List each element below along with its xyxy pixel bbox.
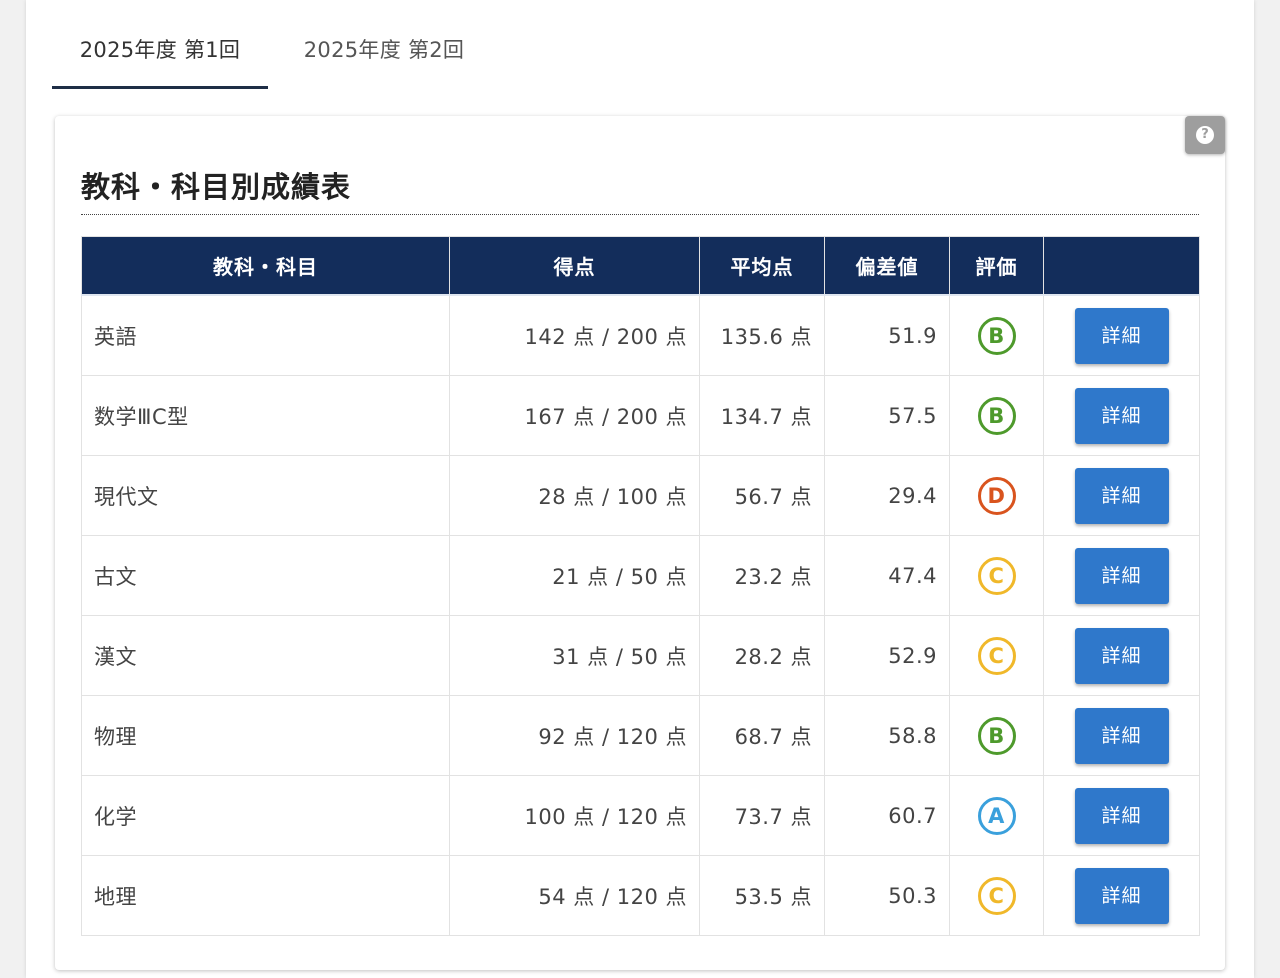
detail-button[interactable]: 詳細: [1074, 467, 1169, 524]
grade-badge: D: [977, 476, 1016, 515]
subject-cell: 化学: [81, 775, 450, 856]
grades-table: 教科・科目 得点 平均点 偏差値 評価 英語 142 点 / 200 点 135…: [81, 236, 1200, 936]
subject-cell: 古文: [81, 535, 450, 616]
deviation-cell: 29.4: [824, 455, 950, 536]
action-cell: 詳細: [1043, 294, 1200, 376]
card-title: 教科・科目別成績表: [81, 170, 352, 204]
score-cell: 54 点 / 120 点: [449, 855, 700, 936]
grade-cell: B: [949, 695, 1044, 776]
table-row: 現代文 28 点 / 100 点 56.7 点 29.4 D 詳細: [81, 455, 1200, 536]
table-row: 古文 21 点 / 50 点 23.2 点 47.4 C 詳細: [81, 535, 1200, 616]
grades-card: ? 教科・科目別成績表 教科・科目 得点 平均点 偏差値 評価 英語 142 点…: [55, 116, 1225, 970]
detail-button[interactable]: 詳細: [1074, 707, 1169, 764]
grade-cell: C: [949, 855, 1044, 936]
detail-button[interactable]: 詳細: [1074, 387, 1169, 444]
action-cell: 詳細: [1043, 535, 1200, 616]
grade-badge: C: [977, 876, 1016, 915]
average-cell: 23.2 点: [699, 535, 825, 616]
average-cell: 53.5 点: [699, 855, 825, 936]
exam-tabs: 2025年度 第1回 2025年度 第2回: [52, 0, 652, 89]
deviation-cell: 60.7: [824, 775, 950, 856]
deviation-cell: 51.9: [824, 294, 950, 376]
average-cell: 135.6 点: [699, 294, 825, 376]
help-button[interactable]: ?: [1185, 116, 1225, 154]
average-cell: 28.2 点: [699, 615, 825, 696]
average-cell: 134.7 点: [699, 375, 825, 456]
deviation-cell: 58.8: [824, 695, 950, 776]
header-subject: 教科・科目: [81, 236, 450, 296]
action-cell: 詳細: [1043, 615, 1200, 696]
header-actions: [1043, 236, 1200, 296]
table-row: 化学 100 点 / 120 点 73.7 点 60.7 A 詳細: [81, 775, 1200, 856]
deviation-cell: 50.3: [824, 855, 950, 936]
score-cell: 92 点 / 120 点: [449, 695, 700, 776]
detail-button[interactable]: 詳細: [1074, 307, 1169, 364]
table-row: 英語 142 点 / 200 点 135.6 点 51.9 B 詳細: [81, 294, 1200, 376]
score-cell: 31 点 / 50 点: [449, 615, 700, 696]
score-cell: 100 点 / 120 点: [449, 775, 700, 856]
score-cell: 28 点 / 100 点: [449, 455, 700, 536]
tab-exam-2[interactable]: 2025年度 第2回: [284, 0, 484, 86]
average-cell: 73.7 点: [699, 775, 825, 856]
subject-cell: 数学ⅢC型: [81, 375, 450, 456]
page-container: 2025年度 第1回 2025年度 第2回 ? 教科・科目別成績表 教科・科目 …: [26, 0, 1254, 978]
average-cell: 68.7 点: [699, 695, 825, 776]
score-cell: 167 点 / 200 点: [449, 375, 700, 456]
grade-cell: C: [949, 615, 1044, 696]
grade-badge: C: [977, 636, 1016, 675]
average-cell: 56.7 点: [699, 455, 825, 536]
subject-cell: 地理: [81, 855, 450, 936]
header-grade: 評価: [949, 236, 1044, 296]
action-cell: 詳細: [1043, 775, 1200, 856]
score-cell: 21 点 / 50 点: [449, 535, 700, 616]
grade-badge: C: [977, 556, 1016, 595]
grade-cell: A: [949, 775, 1044, 856]
table-row: 漢文 31 点 / 50 点 28.2 点 52.9 C 詳細: [81, 615, 1200, 696]
subject-cell: 漢文: [81, 615, 450, 696]
detail-button[interactable]: 詳細: [1074, 547, 1169, 604]
grade-badge: B: [977, 316, 1016, 355]
detail-button[interactable]: 詳細: [1074, 787, 1169, 844]
grade-cell: C: [949, 535, 1044, 616]
detail-button[interactable]: 詳細: [1074, 867, 1169, 924]
grade-badge: B: [977, 716, 1016, 755]
grade-badge: B: [977, 396, 1016, 435]
action-cell: 詳細: [1043, 375, 1200, 456]
tab-exam-1[interactable]: 2025年度 第1回: [52, 0, 268, 89]
title-divider: [81, 214, 1199, 215]
action-cell: 詳細: [1043, 855, 1200, 936]
table-row: 地理 54 点 / 120 点 53.5 点 50.3 C 詳細: [81, 855, 1200, 936]
action-cell: 詳細: [1043, 695, 1200, 776]
subject-cell: 物理: [81, 695, 450, 776]
table-row: 物理 92 点 / 120 点 68.7 点 58.8 B 詳細: [81, 695, 1200, 776]
table-row: 数学ⅢC型 167 点 / 200 点 134.7 点 57.5 B 詳細: [81, 375, 1200, 456]
grade-cell: B: [949, 294, 1044, 376]
grade-badge: A: [977, 796, 1016, 835]
question-circle-icon: ?: [1196, 126, 1214, 144]
deviation-cell: 57.5: [824, 375, 950, 456]
header-average: 平均点: [699, 236, 825, 296]
deviation-cell: 52.9: [824, 615, 950, 696]
deviation-cell: 47.4: [824, 535, 950, 616]
detail-button[interactable]: 詳細: [1074, 627, 1169, 684]
grade-cell: B: [949, 375, 1044, 456]
table-header-row: 教科・科目 得点 平均点 偏差値 評価: [81, 236, 1200, 296]
score-cell: 142 点 / 200 点: [449, 294, 700, 376]
action-cell: 詳細: [1043, 455, 1200, 536]
header-score: 得点: [449, 236, 700, 296]
header-deviation: 偏差値: [824, 236, 950, 296]
subject-cell: 現代文: [81, 455, 450, 536]
subject-cell: 英語: [81, 294, 450, 376]
grade-cell: D: [949, 455, 1044, 536]
